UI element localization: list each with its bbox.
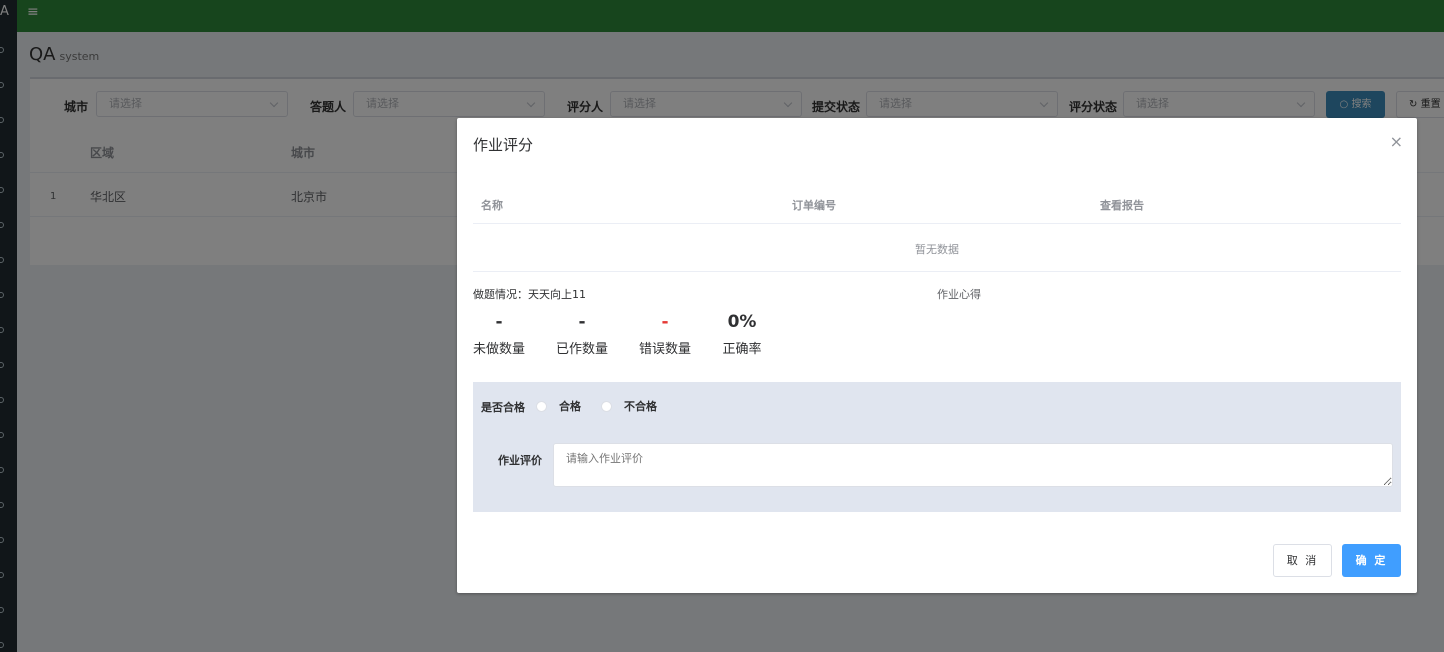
radio-circle-icon (601, 400, 612, 412)
radio-circle-icon (536, 400, 547, 412)
progress-status-prefix: 做题情况： (473, 288, 528, 301)
homework-reflection-label: 作业心得 (937, 288, 981, 301)
grading-dialog: 作业评分 × 名称 订单编号 查看报告 暂无数据 做题情况：天天向上11 作业心… (457, 118, 1417, 593)
progress-status-value: 天天向上11 (528, 288, 586, 301)
stat-done: - 已作数量 (556, 311, 608, 357)
confirm-button[interactable]: 确 定 (1342, 544, 1401, 577)
table-divider (473, 271, 1401, 272)
stat-done-value: - (578, 312, 586, 332)
stat-undone: - 未做数量 (473, 311, 525, 357)
pass-radio[interactable]: 合格 (536, 398, 581, 414)
stat-accuracy: 0% 正确率 (722, 311, 762, 357)
fail-radio[interactable]: 不合格 (601, 398, 657, 414)
empty-state-text: 暂无数据 (915, 243, 959, 256)
stat-accuracy-label: 正确率 (722, 342, 762, 357)
fail-radio-label: 不合格 (624, 400, 657, 413)
dialog-title: 作业评分 (473, 136, 534, 154)
stat-accuracy-value: 0% (727, 312, 757, 332)
pass-field-label: 是否合格 (481, 401, 525, 414)
column-header-order-number: 订单编号 (792, 199, 836, 212)
evaluation-textarea[interactable] (553, 443, 1393, 487)
cancel-button[interactable]: 取 消 (1273, 544, 1332, 577)
table-divider (473, 223, 1401, 224)
evaluation-field-label: 作业评价 (498, 454, 542, 467)
stat-undone-label: 未做数量 (473, 342, 526, 357)
stat-errors: - 错误数量 (639, 311, 691, 357)
stat-done-label: 已作数量 (556, 342, 609, 357)
column-header-view-report: 查看报告 (1100, 199, 1144, 212)
progress-status: 做题情况：天天向上11 (473, 286, 586, 302)
column-header-name: 名称 (481, 199, 503, 212)
pass-radio-label: 合格 (559, 400, 581, 413)
stat-errors-label: 错误数量 (639, 342, 692, 357)
close-icon[interactable]: × (1390, 134, 1403, 150)
grading-form: 是否合格 合格 不合格 作业评价 (473, 382, 1401, 512)
stat-undone-value: - (495, 312, 503, 332)
stat-errors-value: - (661, 312, 669, 332)
